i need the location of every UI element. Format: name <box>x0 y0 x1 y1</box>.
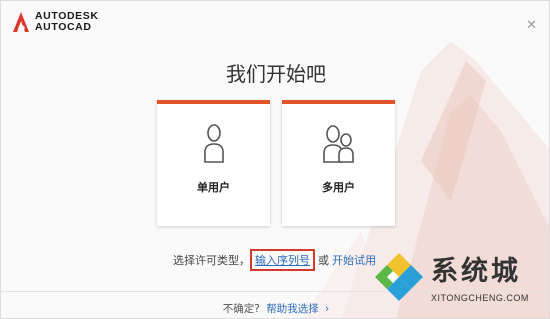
logo-autocad-text: AUTOCAD <box>35 21 92 33</box>
autocad-a-logo-icon <box>13 12 29 32</box>
watermark-text: 系统城 <box>431 256 521 287</box>
license-dialog: AUTODESK AUTOCAD ✕ 我们开始吧 单用户 多用户 选择许可类型，… <box>0 0 550 319</box>
not-sure-text: 不确定? <box>222 303 260 315</box>
or-text: 或 <box>318 254 329 267</box>
start-trial-link[interactable]: 开始试用 <box>332 252 376 268</box>
multi-user-label: 多用户 <box>322 181 355 194</box>
multi-user-card[interactable]: 多用户 <box>282 100 395 226</box>
single-user-card[interactable]: 单用户 <box>157 100 270 226</box>
multi-user-icon <box>322 125 354 163</box>
page-title: 我们开始吧 <box>226 62 326 86</box>
watermark-url: XITONGCHENG.COM <box>431 293 529 303</box>
enter-serial-number-link[interactable]: 输入序列号 <box>250 249 315 271</box>
watermark-logo-icon <box>375 253 423 301</box>
license-prompt-text: 选择许可类型， <box>173 254 250 267</box>
autodesk-logo: AUTODESK AUTOCAD <box>13 11 99 33</box>
chevron-right-icon: › <box>325 303 330 315</box>
single-user-icon <box>203 124 224 163</box>
single-user-label: 单用户 <box>197 181 230 194</box>
watermark: 系统城 XITONGCHENG.COM <box>373 249 549 315</box>
license-type-row: 选择许可类型， 输入序列号 或 开始试用 <box>173 249 376 271</box>
help-me-choose-link[interactable]: 帮助我选择 <box>266 303 319 315</box>
close-icon[interactable]: ✕ <box>526 19 537 32</box>
